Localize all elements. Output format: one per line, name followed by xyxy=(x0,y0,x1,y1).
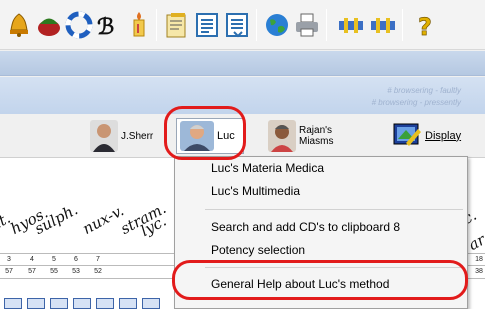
avatar xyxy=(90,120,118,152)
column-score: 55 xyxy=(50,268,58,275)
score-cell[interactable] xyxy=(96,298,114,309)
menu-item-materia-medica[interactable]: Luc's Materia Medica xyxy=(211,161,324,175)
lifebuoy-icon[interactable] xyxy=(64,10,94,40)
author-label-line: Miasms xyxy=(299,136,334,147)
avatar xyxy=(268,120,296,152)
bell-icon[interactable] xyxy=(4,10,34,40)
right-edge-number: 18 xyxy=(475,256,483,263)
score-cell[interactable] xyxy=(4,298,22,309)
open-book-icon[interactable] xyxy=(162,10,192,40)
column-number: 7 xyxy=(96,256,100,263)
right-edge-number: 38 xyxy=(475,268,483,275)
column-score: 52 xyxy=(94,268,102,275)
plug-alt-icon[interactable] xyxy=(368,10,398,40)
display-button[interactable]: Display xyxy=(392,118,461,154)
toolbar-separator xyxy=(156,9,157,41)
faint-status-text: # browsering - pressently xyxy=(371,98,461,107)
column-number: 3 xyxy=(7,256,11,263)
score-cell[interactable] xyxy=(119,298,137,309)
score-cell[interactable] xyxy=(73,298,91,309)
svg-text:ℬ: ℬ xyxy=(97,14,114,40)
author-rajan-button[interactable]: Rajan's Miasms xyxy=(268,118,333,154)
score-cell[interactable] xyxy=(50,298,68,309)
globe-icon[interactable] xyxy=(262,10,292,40)
display-label: Display xyxy=(425,129,462,142)
highlight-ring-general-help xyxy=(172,260,468,300)
score-cell[interactable] xyxy=(27,298,45,309)
plug-icon[interactable] xyxy=(336,10,366,40)
author-label-line: Rajan's xyxy=(299,125,333,136)
toolbar: ℬ ? xyxy=(0,0,485,50)
fruit-icon[interactable] xyxy=(34,10,64,40)
highlight-ring-luc xyxy=(164,106,246,160)
menu-item-search-add-clipboard[interactable]: Search and add CD's to clipboard 8 xyxy=(211,220,400,234)
column-score: 57 xyxy=(5,268,13,275)
svg-text:?: ? xyxy=(418,13,432,40)
column-score: 53 xyxy=(72,268,80,275)
toolbar-separator xyxy=(402,9,403,41)
remedy-header: ar xyxy=(465,230,485,254)
display-icon xyxy=(392,121,422,151)
author-label: Rajan's Miasms xyxy=(299,125,333,147)
app-window: ℬ ? # browsering - faultly # browsering … xyxy=(0,0,485,309)
menu-separator xyxy=(205,209,463,210)
column-number: 4 xyxy=(30,256,34,263)
toolbar-separator xyxy=(326,9,327,41)
list-document-alt-icon[interactable] xyxy=(222,10,252,40)
title-band xyxy=(0,51,485,76)
menu-item-potency-selection[interactable]: Potency selection xyxy=(211,243,305,257)
list-document-icon[interactable] xyxy=(192,10,222,40)
author-jsher-button[interactable]: J.Sherr xyxy=(90,118,153,154)
toolbar-separator xyxy=(256,9,257,41)
info-band: # browsering - faultly # browsering - pr… xyxy=(0,77,485,114)
help-icon[interactable]: ? xyxy=(412,10,442,40)
b-letter-icon[interactable]: ℬ xyxy=(94,10,124,40)
menu-item-multimedia[interactable]: Luc's Multimedia xyxy=(211,184,300,198)
column-number: 6 xyxy=(74,256,78,263)
column-score: 57 xyxy=(28,268,36,275)
column-number: 5 xyxy=(52,256,56,263)
author-label: J.Sherr xyxy=(121,130,154,142)
printer-icon[interactable] xyxy=(292,10,322,40)
faint-status-text: # browsering - faultly xyxy=(387,86,461,95)
candle-icon[interactable] xyxy=(124,10,154,40)
score-cell[interactable] xyxy=(142,298,160,309)
